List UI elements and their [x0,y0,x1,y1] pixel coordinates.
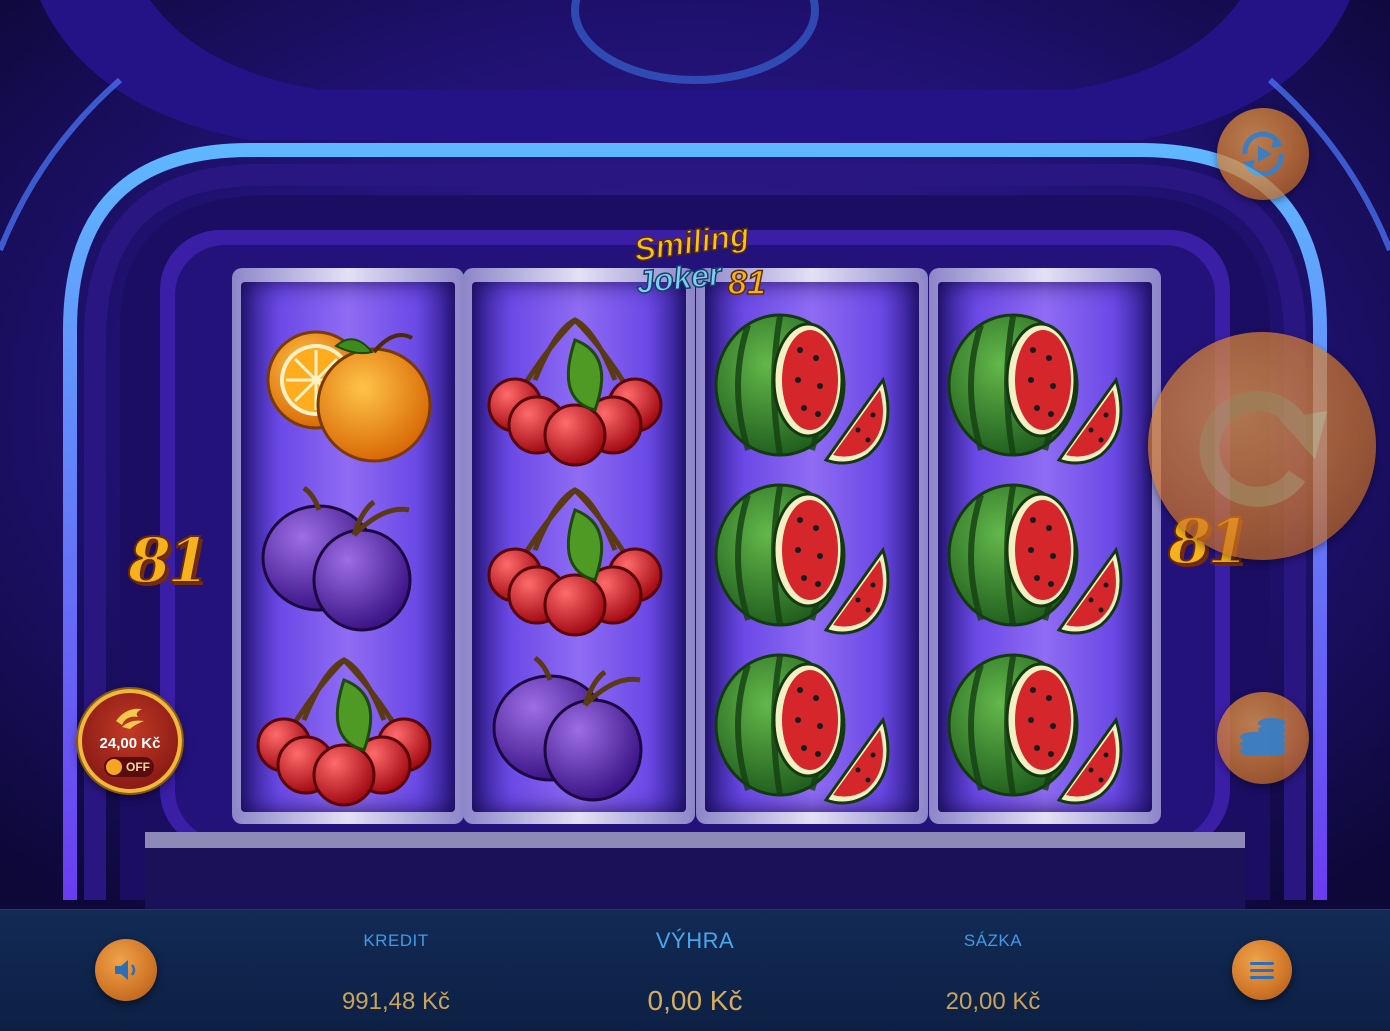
spin-arrow-icon [1199,390,1327,507]
win-label: VÝHRA [655,928,735,953]
menu-button[interactable] [1232,940,1292,1000]
symbol-cherries [475,480,675,640]
symbol-watermelon [941,650,1141,810]
speaker-icon [115,960,136,980]
win-value: 0,00 Kč [647,985,743,1016]
switch-knob [106,759,122,775]
bonus-amount: 24,00 Kč [99,735,161,752]
autoplay-icon [1242,131,1284,177]
symbol-cherries [244,650,444,810]
symbol-plum [475,650,675,810]
badge-81-left: 81 [127,523,211,598]
bottom-info-bar: KREDIT 991,48 Kč VÝHRA 0,00 Kč SÁZKA 20,… [0,909,1390,1031]
symbol-plum [244,480,444,640]
sound-button[interactable] [95,939,157,1001]
game-logo: Smiling Joker 81 [628,215,778,309]
slot-machine: Smiling Joker 81 81 81 24,00 Kč OFF [0,0,1390,1031]
bet-value: 20,00 Kč [945,988,1041,1015]
coins-icon [1240,718,1286,756]
bonus-switch[interactable]: OFF [104,757,154,777]
symbol-watermelon [941,480,1141,640]
bet-label: SÁZKA [963,931,1023,950]
logo-line2: Joker [634,255,724,301]
logo-line3: 81 [727,263,766,303]
bonus-toggle-button[interactable]: 24,00 Kč OFF [78,689,182,793]
symbol-watermelon [708,480,908,640]
symbol-watermelon [941,310,1141,470]
autoplay-button[interactable] [1217,108,1309,200]
bet-button[interactable] [1217,692,1309,784]
credit-label: KREDIT [363,931,429,950]
symbol-cherries [475,310,675,470]
symbol-orange [244,310,444,470]
spin-button[interactable] [1148,332,1376,560]
menu-icon [1250,962,1274,979]
flame-icon [116,708,144,729]
credit-value: 991,48 Kč [341,988,451,1015]
symbol-watermelon [708,310,908,470]
switch-state-label: OFF [126,760,150,774]
symbol-watermelon [708,650,908,810]
